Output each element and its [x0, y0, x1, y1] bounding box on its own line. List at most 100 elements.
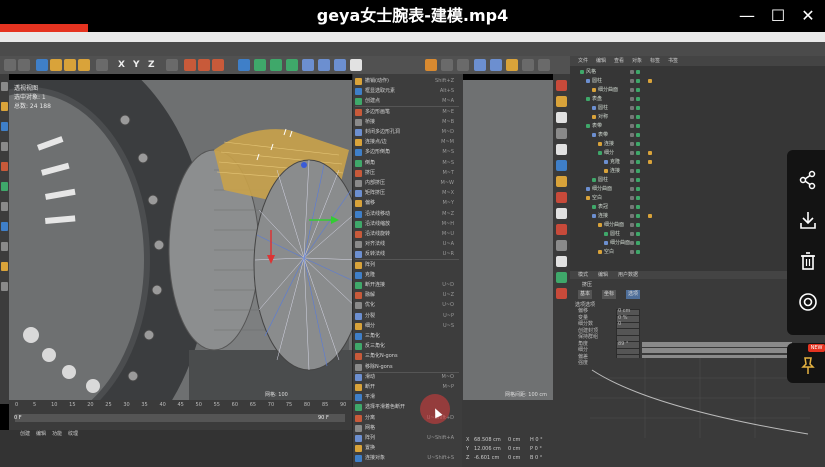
visibility-dot[interactable]	[630, 187, 634, 191]
z-axis-icon[interactable]: Z	[148, 59, 155, 71]
tool-icon[interactable]	[1, 182, 8, 191]
object-row[interactable]: 圆柱	[570, 176, 785, 184]
visibility-dot[interactable]	[630, 142, 634, 146]
object-row[interactable]: 圆柱	[570, 230, 785, 238]
tool-icon[interactable]	[556, 240, 567, 251]
object-row[interactable]: 风格	[570, 68, 785, 76]
object-row[interactable]: 对称	[570, 113, 785, 121]
object-menu-item[interactable]: 书签	[668, 56, 678, 66]
visibility-dot[interactable]	[630, 241, 634, 245]
visibility-dot[interactable]	[630, 70, 634, 74]
render-check[interactable]	[636, 250, 640, 254]
snap-icon[interactable]	[425, 59, 437, 71]
material-menu-item[interactable]: 创建	[20, 430, 30, 438]
object-row[interactable]: 表盘	[570, 95, 785, 103]
array-icon[interactable]	[286, 59, 298, 71]
tool-icon[interactable]	[556, 208, 567, 219]
visibility-dot[interactable]	[630, 169, 634, 173]
visibility-icon[interactable]	[798, 292, 818, 312]
render-view-icon[interactable]	[184, 59, 196, 71]
close-icon[interactable]: ✕	[797, 6, 819, 26]
context-menu-item[interactable]: 阵列 U~Shift+A	[352, 433, 462, 443]
visibility-dot[interactable]	[630, 205, 634, 209]
object-row[interactable]: 空白	[570, 248, 785, 256]
coord-position[interactable]: -6.601 cm	[474, 454, 499, 462]
context-menu-item[interactable]: 细分 U~S	[352, 321, 462, 331]
tool-icon[interactable]	[1, 222, 8, 231]
context-menu-item[interactable]: 移除N-gons	[352, 362, 462, 372]
tag-icon[interactable]	[648, 214, 652, 218]
context-menu-item[interactable]: 优化 U~O	[352, 300, 462, 310]
tag-icon[interactable]	[648, 79, 652, 83]
object-row[interactable]: 细分曲面	[570, 239, 785, 247]
context-menu-item[interactable]: 反三角化	[352, 341, 462, 351]
visibility-dot[interactable]	[630, 79, 634, 83]
perspective-viewport[interactable]	[9, 80, 352, 400]
visibility-dot[interactable]	[630, 178, 634, 182]
minimize-icon[interactable]: —	[736, 6, 758, 26]
share-icon[interactable]	[798, 170, 818, 190]
model-mode-icon[interactable]	[522, 59, 534, 71]
trash-icon[interactable]	[798, 251, 818, 271]
object-row[interactable]: 空白	[570, 194, 785, 202]
context-menu-item[interactable]: 阵列	[352, 260, 462, 270]
object-row[interactable]: 细分曲面	[570, 221, 785, 229]
attribute-tab[interactable]: 基本	[578, 290, 593, 299]
render-check[interactable]	[636, 196, 640, 200]
context-menu-item[interactable]: 对齐法线 U~A	[352, 239, 462, 249]
object-row[interactable]: 圆柱	[570, 104, 785, 112]
context-menu-item[interactable]: 三角化	[352, 331, 462, 341]
cube-object-icon[interactable]	[238, 59, 250, 71]
context-menu-item[interactable]: 多边形画笔 M~E	[352, 107, 462, 117]
context-menu-item[interactable]: 沿法线移动 M~Z	[352, 209, 462, 219]
tag-icon[interactable]	[648, 160, 652, 164]
visibility-dot[interactable]	[630, 250, 634, 254]
object-row[interactable]: 连接	[570, 212, 785, 220]
tool-icon[interactable]	[1, 142, 8, 151]
render-check[interactable]	[636, 241, 640, 245]
visibility-dot[interactable]	[630, 214, 634, 218]
render-check[interactable]	[636, 70, 640, 74]
select-tool-icon[interactable]	[36, 59, 48, 71]
context-menu-item[interactable]: 三角化N-gons	[352, 351, 462, 361]
tool-icon[interactable]	[556, 176, 567, 187]
context-menu-item[interactable]: 融解 U~Z	[352, 290, 462, 300]
render-check[interactable]	[636, 214, 640, 218]
render-check[interactable]	[636, 124, 640, 128]
camera-icon[interactable]	[334, 59, 346, 71]
render-check[interactable]	[636, 79, 640, 83]
tool-icon[interactable]	[556, 128, 567, 139]
tool-icon[interactable]	[556, 224, 567, 235]
render-check[interactable]	[636, 187, 640, 191]
render-check[interactable]	[636, 205, 640, 209]
render-check[interactable]	[636, 133, 640, 137]
subdivision-icon[interactable]	[270, 59, 282, 71]
context-menu-item[interactable]: 偏移 M~Y	[352, 198, 462, 208]
context-menu-item[interactable]: 沿法线缩放 M~H	[352, 219, 462, 229]
visibility-dot[interactable]	[630, 160, 634, 164]
context-menu-item[interactable]: 断开连接 U~D	[352, 280, 462, 290]
context-menu-item[interactable]: 框显选取元素 Alt+S	[352, 86, 462, 96]
visibility-dot[interactable]	[630, 196, 634, 200]
context-menu-item[interactable]: 断开 M~P	[352, 382, 462, 392]
attribute-menu-item[interactable]: 模式	[578, 271, 588, 279]
render-check[interactable]	[636, 232, 640, 236]
render-check[interactable]	[636, 151, 640, 155]
object-menu-item[interactable]: 文件	[578, 56, 588, 66]
pin-icon[interactable]	[798, 356, 818, 376]
render-check[interactable]	[636, 160, 640, 164]
context-menu-item[interactable]: 撤销(动作) Shift+Z	[352, 76, 462, 86]
tool-icon[interactable]	[1, 122, 8, 131]
render-check[interactable]	[636, 97, 640, 101]
tool-icon[interactable]	[556, 112, 567, 123]
object-menu-item[interactable]: 标签	[650, 56, 660, 66]
tool-icon[interactable]	[556, 192, 567, 203]
coord-position[interactable]: 12.006 cm	[474, 445, 501, 453]
deformer-icon[interactable]	[302, 59, 314, 71]
context-menu-item[interactable]: 反转法线 U~R	[352, 249, 462, 259]
maximize-icon[interactable]: ☐	[767, 6, 789, 26]
attribute-tab[interactable]: 坐标	[602, 290, 617, 299]
axis-mode-icon[interactable]	[457, 59, 469, 71]
y-axis-icon[interactable]: Y	[133, 59, 140, 71]
object-row[interactable]: 表冠	[570, 203, 785, 211]
